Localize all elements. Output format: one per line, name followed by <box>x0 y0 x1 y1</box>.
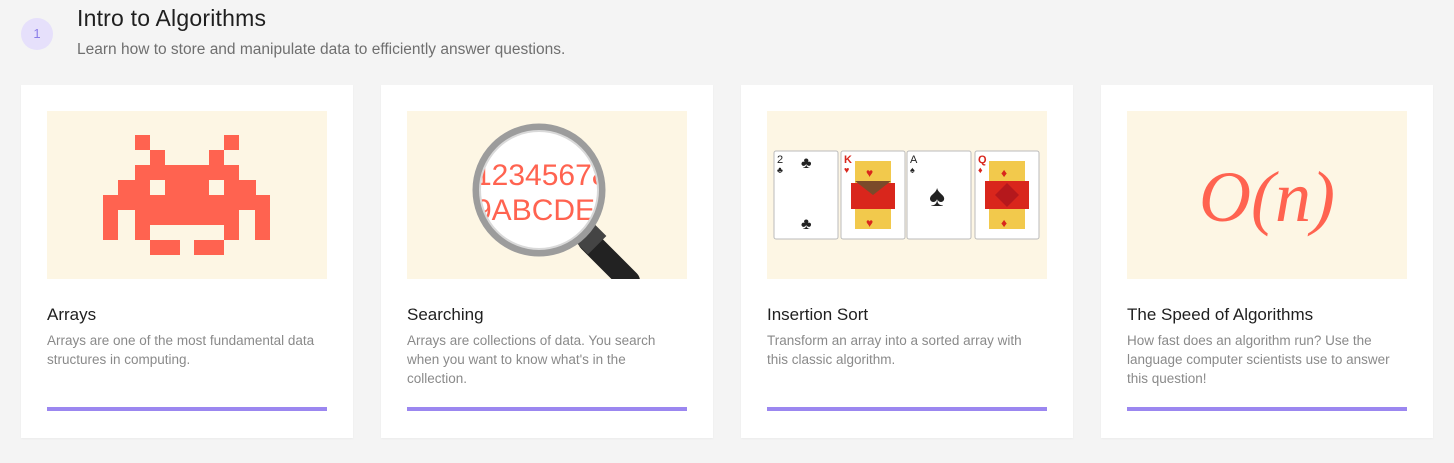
playing-cards-icon: 2 ♣ ♣ ♣ K ♥ ♥ ♥ A ♠ ♠ Q ♦ ♦ ♦ <box>773 150 1040 240</box>
playing-card-ace-of-spades: A ♠ ♠ <box>906 150 972 240</box>
svg-text:♣: ♣ <box>777 165 783 175</box>
course-card-arrays[interactable]: Arrays Arrays are one of the most fundam… <box>21 85 353 438</box>
svg-text:♦: ♦ <box>1001 216 1007 230</box>
playing-card-two-of-clubs: 2 ♣ ♣ ♣ <box>773 150 839 240</box>
card-title: The Speed of Algorithms <box>1127 305 1314 324</box>
card-thumbnail: 2 ♣ ♣ ♣ K ♥ ♥ ♥ A ♠ ♠ Q ♦ ♦ ♦ <box>767 111 1047 279</box>
course-card-searching[interactable]: 12345678 9ABCDEF Searching Arrays are co… <box>381 85 713 438</box>
progress-bar <box>407 407 687 411</box>
progress-bar <box>47 407 327 411</box>
svg-text:♦: ♦ <box>978 165 983 175</box>
card-description: Transform an array into a sorted array w… <box>767 333 1022 367</box>
big-o-notation-icon: O(n) <box>1199 157 1335 237</box>
svg-text:♣: ♣ <box>801 155 812 172</box>
card-description: Arrays are one of the most fundamental d… <box>47 333 315 367</box>
card-description: How fast does an algorithm run? Use the … <box>1127 333 1390 386</box>
svg-text:♥: ♥ <box>866 216 873 230</box>
card-title: Insertion Sort <box>767 305 869 324</box>
card-thumbnail: O(n) <box>1127 111 1407 279</box>
playing-card-king-of-hearts: K ♥ ♥ ♥ <box>840 150 906 240</box>
card-thumbnail <box>47 111 327 279</box>
course-card-insertion-sort[interactable]: 2 ♣ ♣ ♣ K ♥ ♥ ♥ A ♠ ♠ Q ♦ ♦ ♦ Insertion … <box>741 85 1073 438</box>
card-title: Arrays <box>47 305 97 324</box>
progress-bar <box>1127 407 1407 411</box>
svg-text:♥: ♥ <box>866 166 873 180</box>
section-title: Intro to Algorithms <box>77 5 267 31</box>
lens-digits-text: 12345678 <box>475 159 608 192</box>
card-thumbnail: 12345678 9ABCDEF <box>407 111 687 279</box>
playing-card-queen-of-diamonds: Q ♦ ♦ ♦ <box>974 150 1040 240</box>
card-title: Searching <box>407 305 484 324</box>
svg-text:♠: ♠ <box>910 165 915 175</box>
svg-text:♠: ♠ <box>929 180 945 213</box>
section-subtitle: Learn how to store and manipulate data t… <box>77 41 566 58</box>
magnifying-glass-icon: 12345678 9ABCDEF <box>472 123 640 279</box>
svg-text:♣: ♣ <box>801 216 812 233</box>
course-card-speed-of-algorithms[interactable]: O(n) The Speed of Algorithms How fast do… <box>1101 85 1433 438</box>
section-header: 1 Intro to Algorithms Learn how to store… <box>0 0 1454 80</box>
svg-text:♦: ♦ <box>1001 166 1007 180</box>
big-o-text: O(n) <box>1199 157 1335 237</box>
step-number-badge: 1 <box>21 18 53 50</box>
svg-text:♥: ♥ <box>844 165 849 175</box>
card-description: Arrays are collections of data. You sear… <box>407 333 656 386</box>
space-invader-icon <box>103 135 270 255</box>
progress-bar <box>767 407 1047 411</box>
